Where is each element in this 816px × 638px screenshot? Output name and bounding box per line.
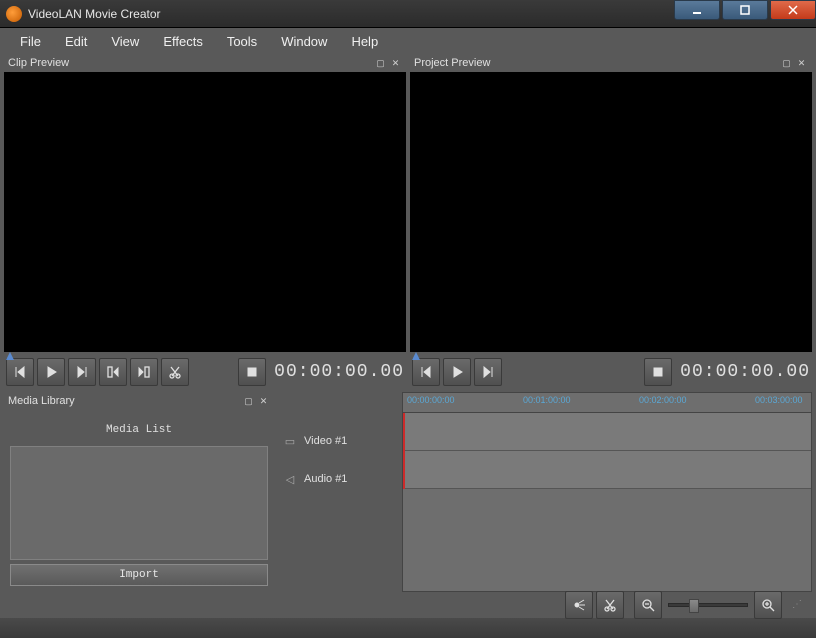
import-button[interactable]: Import — [10, 564, 268, 586]
timeline-ruler[interactable]: 00:00:00:00 00:01:00:00 00:02:00:00 00:0… — [403, 393, 811, 413]
menu-view[interactable]: View — [99, 34, 151, 49]
pointer-tool-button[interactable] — [565, 591, 593, 619]
ruler-tick: 00:03:00:00 — [755, 395, 803, 405]
video-track-row[interactable] — [403, 413, 811, 451]
project-timecode: 00:00:00.00 — [680, 362, 810, 382]
ruler-tick: 00:02:00:00 — [639, 395, 687, 405]
stop-button[interactable] — [238, 358, 266, 386]
playhead-marker-icon[interactable] — [6, 352, 14, 360]
undock-icon[interactable]: ▢ — [374, 57, 387, 70]
media-library-title: Media Library — [8, 395, 240, 407]
timeline-playhead[interactable] — [403, 413, 405, 489]
play-button[interactable] — [37, 358, 65, 386]
maximize-button[interactable] — [722, 0, 768, 20]
bottom-toolbar: ⋰ — [4, 592, 812, 618]
menu-bar: File Edit View Effects Tools Window Help — [0, 28, 816, 54]
resize-grip-icon[interactable]: ⋰ — [792, 599, 804, 611]
mark-in-button[interactable] — [99, 358, 127, 386]
window-status-bar — [0, 618, 816, 638]
zoom-slider-thumb[interactable] — [689, 599, 699, 613]
ruler-tick: 00:00:00:00 — [407, 395, 455, 405]
minimize-button[interactable] — [674, 0, 720, 20]
window-titlebar: VideoLAN Movie Creator — [0, 0, 816, 28]
cut-tool-button[interactable] — [596, 591, 624, 619]
track-label-text: Audio #1 — [304, 473, 347, 485]
menu-effects[interactable]: Effects — [151, 34, 215, 49]
mark-out-button[interactable] — [130, 358, 158, 386]
video-track-icon: ▭ — [282, 436, 298, 446]
timeline[interactable]: 00:00:00:00 00:01:00:00 00:02:00:00 00:0… — [402, 392, 812, 592]
project-preview-title: Project Preview — [414, 57, 778, 69]
prev-button[interactable] — [6, 358, 34, 386]
zoom-slider-track[interactable] — [668, 603, 748, 607]
undock-icon[interactable]: ▢ — [780, 57, 793, 70]
audio-track-icon: ◁ — [282, 474, 298, 484]
project-preview-viewport — [410, 72, 812, 352]
ruler-tick: 00:01:00:00 — [523, 395, 571, 405]
zoom-out-button[interactable] — [634, 591, 662, 619]
menu-file[interactable]: File — [8, 34, 53, 49]
window-title: VideoLAN Movie Creator — [28, 7, 672, 21]
close-button[interactable] — [770, 0, 816, 20]
close-panel-icon[interactable]: ✕ — [795, 57, 808, 70]
clip-preview-viewport — [4, 72, 406, 352]
stop-button[interactable] — [644, 358, 672, 386]
project-transport-bar: 00:00:00.00 — [410, 352, 812, 392]
app-icon — [6, 6, 22, 22]
zoom-in-button[interactable] — [754, 591, 782, 619]
next-button[interactable] — [474, 358, 502, 386]
zoom-control — [634, 591, 782, 619]
clip-timecode: 00:00:00.00 — [274, 362, 404, 382]
window-controls — [672, 0, 816, 27]
track-label-column: ▭ Video #1 ◁ Audio #1 — [278, 392, 398, 592]
close-panel-icon[interactable]: ✕ — [257, 395, 270, 408]
menu-window[interactable]: Window — [269, 34, 339, 49]
menu-help[interactable]: Help — [339, 34, 390, 49]
clip-preview-title: Clip Preview — [8, 57, 372, 69]
next-button[interactable] — [68, 358, 96, 386]
menu-edit[interactable]: Edit — [53, 34, 99, 49]
audio-track-row[interactable] — [403, 451, 811, 489]
playhead-marker-icon[interactable] — [412, 352, 420, 360]
clip-transport-bar: 00:00:00.00 — [4, 352, 406, 392]
cut-button[interactable] — [161, 358, 189, 386]
undock-icon[interactable]: ▢ — [242, 395, 255, 408]
track-label-text: Video #1 — [304, 435, 347, 447]
timeline-empty-area — [403, 489, 811, 591]
track-label-audio[interactable]: ◁ Audio #1 — [278, 460, 398, 498]
close-panel-icon[interactable]: ✕ — [389, 57, 402, 70]
media-list[interactable] — [10, 446, 268, 560]
play-button[interactable] — [443, 358, 471, 386]
menu-tools[interactable]: Tools — [215, 34, 269, 49]
media-list-heading: Media List — [8, 418, 270, 446]
track-label-video[interactable]: ▭ Video #1 — [278, 422, 398, 460]
prev-button[interactable] — [412, 358, 440, 386]
